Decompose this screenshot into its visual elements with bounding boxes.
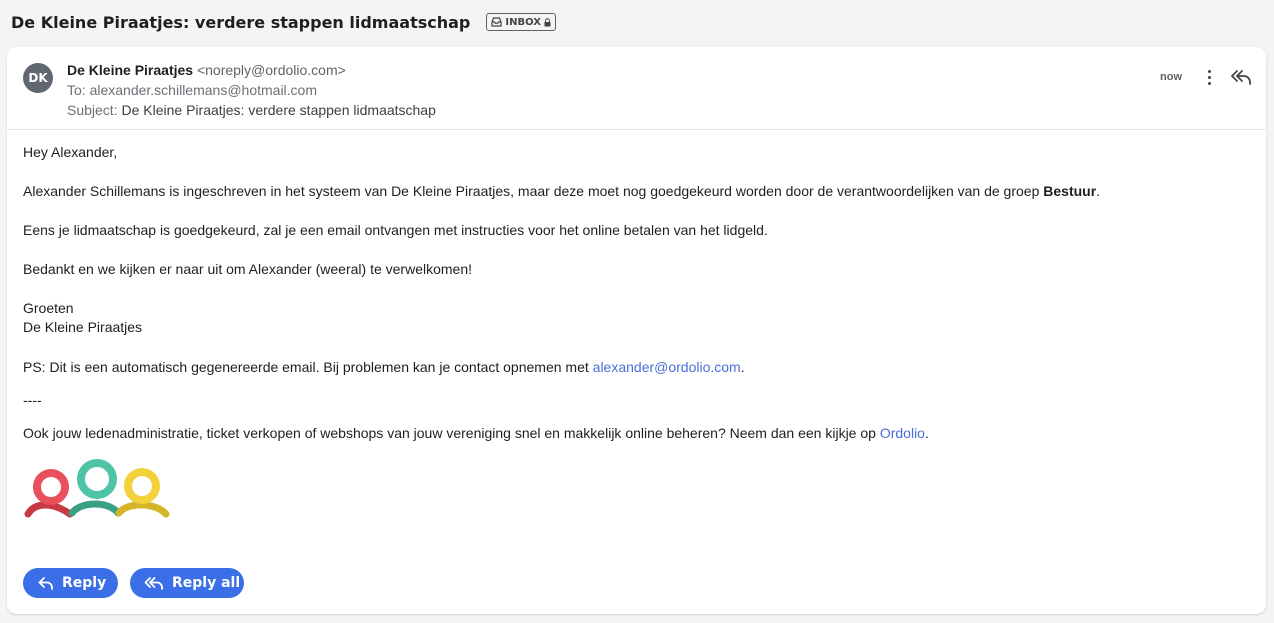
greeting: Hey Alexander, [23, 144, 118, 160]
inbox-icon [491, 17, 502, 27]
signature-line-1: Groeten [23, 300, 74, 316]
ps-end: . [740, 359, 745, 375]
reply-button[interactable]: Reply [23, 568, 118, 598]
lock-icon [544, 17, 551, 26]
promo-text: Ook jouw ledenadministratie, ticket verk… [23, 425, 880, 441]
sender-name[interactable]: De Kleine Piraatjes [67, 62, 193, 78]
to-address[interactable]: alexander.schillemans@hotmail.com [90, 82, 317, 98]
action-bar: Reply Reply all [23, 568, 244, 598]
divider: ---- [23, 392, 42, 408]
paragraph-1: Alexander Schillemans is ingeschreven in… [23, 182, 1253, 201]
paragraph-2: Eens je lidmaatschap is goedgekeurd, zal… [23, 222, 768, 238]
subject-value: De Kleine Piraatjes: verdere stappen lid… [121, 102, 436, 118]
reply-all-button-label: Reply all [172, 575, 241, 591]
paragraph-3: Bedankt en we kijken er naar uit om Alex… [23, 261, 472, 277]
to-label: To: [67, 82, 86, 98]
contact-email-link[interactable]: alexander@ordolio.com [593, 359, 741, 375]
email-header: DK De Kleine Piraatjes <noreply@ordolio.… [7, 47, 1266, 130]
signature-line-2: De Kleine Piraatjes [23, 319, 143, 335]
to-row: To: alexander.schillemans@hotmail.com [67, 80, 436, 100]
sender-row: De Kleine Piraatjes <noreply@ordolio.com… [67, 60, 436, 80]
ps-paragraph: PS: Dit is een automatisch gegenereerde … [23, 358, 1253, 377]
ordolio-link[interactable]: Ordolio [880, 425, 925, 441]
email-body: Hey Alexander, Alexander Schillemans is … [23, 143, 1253, 443]
top-bar: De Kleine Piraatjes: verdere stappen lid… [0, 0, 1274, 44]
reply-icon [38, 577, 53, 590]
reply-all-icon [144, 577, 163, 590]
reply-all-icon[interactable] [1230, 67, 1252, 87]
header-actions: now [1160, 67, 1252, 87]
promo-end: . [924, 425, 929, 441]
reply-button-label: Reply [62, 575, 107, 591]
subject-row: Subject: De Kleine Piraatjes: verdere st… [67, 100, 436, 120]
timestamp: now [1160, 71, 1182, 83]
ps-text: PS: Dit is een automatisch gegenereerde … [23, 359, 593, 375]
paragraph-1-end: . [1096, 183, 1101, 199]
group-name: Bestuur [1043, 183, 1097, 199]
email-meta: De Kleine Piraatjes <noreply@ordolio.com… [67, 60, 436, 120]
email-card: DK De Kleine Piraatjes <noreply@ordolio.… [7, 47, 1266, 614]
promo-paragraph: Ook jouw ledenadministratie, ticket verk… [23, 424, 1253, 443]
more-options-icon[interactable] [1200, 67, 1218, 87]
inbox-badge-label: INBOX [505, 16, 541, 28]
ordolio-logo [23, 457, 173, 528]
avatar: DK [23, 63, 53, 93]
paragraph-1-text: Alexander Schillemans is ingeschreven in… [23, 183, 1044, 199]
sender-email[interactable]: <noreply@ordolio.com> [197, 62, 346, 78]
inbox-badge[interactable]: INBOX [486, 13, 556, 31]
reply-all-button[interactable]: Reply all [130, 568, 244, 598]
subject-label: Subject: [67, 102, 118, 118]
email-title: De Kleine Piraatjes: verdere stappen lid… [11, 12, 471, 32]
